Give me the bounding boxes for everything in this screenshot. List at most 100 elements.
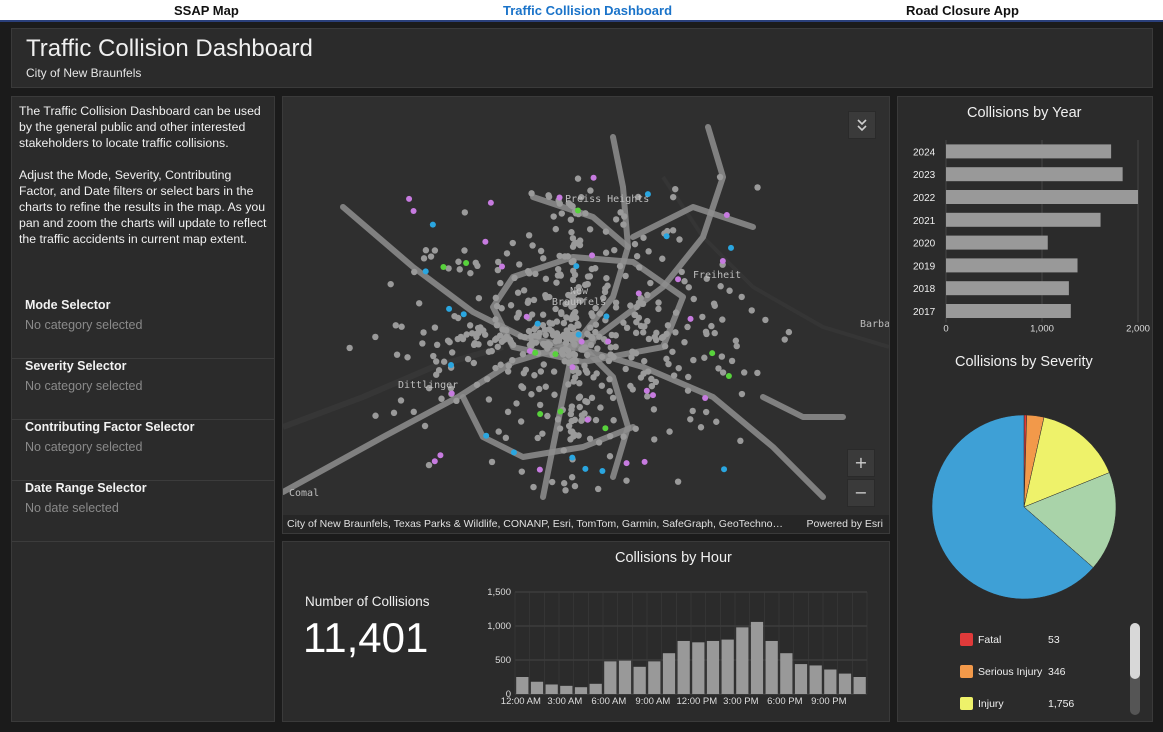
year-chart[interactable]: 0 1,000 2,000 2024 2023 2022 2021 2020 2019 2018 2… [898, 135, 1152, 335]
collision-point-green[interactable] [537, 411, 544, 418]
nav-link-road-closure-app[interactable]: Road Closure App [906, 3, 1019, 18]
collision-point[interactable] [685, 284, 692, 291]
collision-point[interactable] [419, 340, 426, 347]
collision-point-green[interactable] [574, 207, 581, 214]
collision-point[interactable] [587, 324, 594, 331]
collision-point-green[interactable] [709, 350, 716, 357]
collision-point[interactable] [431, 324, 439, 331]
collision-point-purple[interactable] [569, 364, 576, 371]
collision-point-blue[interactable] [510, 449, 517, 456]
collision-point-purple[interactable] [526, 347, 533, 354]
collision-point-blue[interactable] [569, 454, 576, 461]
collision-point[interactable] [440, 358, 448, 365]
collision-point[interactable] [542, 275, 550, 283]
collision-point[interactable] [606, 375, 613, 383]
year-bar[interactable] [946, 212, 1101, 227]
collision-point[interactable] [579, 346, 587, 353]
collision-point[interactable] [492, 294, 500, 302]
collision-point[interactable] [432, 358, 440, 365]
collision-point[interactable] [581, 362, 588, 370]
collision-point[interactable] [587, 187, 594, 194]
collision-point-green[interactable] [557, 408, 564, 415]
collision-point[interactable] [509, 239, 516, 247]
collision-point[interactable] [648, 375, 655, 383]
collision-point[interactable] [470, 359, 478, 367]
collision-point[interactable] [517, 418, 525, 425]
collision-point[interactable] [495, 428, 502, 435]
collision-point[interactable] [504, 368, 512, 375]
collision-point[interactable] [685, 373, 692, 381]
collision-point[interactable] [636, 264, 643, 271]
collision-point[interactable] [670, 372, 678, 379]
collision-point[interactable] [519, 384, 527, 392]
collision-point-purple[interactable] [431, 458, 438, 465]
collision-point[interactable] [520, 287, 528, 294]
collision-point[interactable] [568, 403, 576, 410]
collision-point[interactable] [565, 422, 573, 430]
collision-point[interactable] [540, 361, 547, 368]
collision-point[interactable] [582, 397, 589, 405]
collision-point[interactable] [754, 184, 761, 191]
collision-point[interactable] [551, 391, 558, 398]
collision-point[interactable] [435, 367, 443, 374]
collision-point[interactable] [576, 380, 583, 387]
collision-point[interactable] [689, 407, 696, 415]
collision-point[interactable] [684, 387, 692, 394]
collision-point[interactable] [397, 397, 405, 404]
collision-point[interactable] [497, 279, 504, 287]
collision-point[interactable] [587, 341, 595, 349]
collision-point-purple[interactable] [675, 276, 682, 283]
collision-point[interactable] [593, 370, 600, 377]
collision-point[interactable] [582, 210, 589, 217]
collision-point-blue[interactable] [448, 362, 455, 369]
collision-point[interactable] [392, 322, 399, 329]
collision-point[interactable] [553, 330, 561, 337]
collision-point[interactable] [612, 304, 620, 311]
collision-point[interactable] [647, 279, 654, 287]
collision-point[interactable] [711, 302, 718, 309]
collision-point[interactable] [455, 258, 462, 265]
collision-point[interactable] [531, 326, 538, 333]
collision-point[interactable] [505, 362, 513, 370]
legend-scrollbar[interactable] [1130, 623, 1140, 715]
collision-point[interactable] [346, 344, 353, 352]
collision-point[interactable] [461, 247, 468, 254]
collision-point[interactable] [448, 349, 456, 356]
collision-point-purple[interactable] [578, 338, 585, 345]
collision-point[interactable] [733, 342, 740, 350]
hour-bar[interactable] [706, 640, 720, 694]
collision-point[interactable] [719, 316, 726, 323]
collision-point[interactable] [410, 408, 417, 416]
collision-point[interactable] [699, 313, 706, 321]
collision-point[interactable] [453, 397, 460, 405]
collision-point[interactable] [575, 432, 582, 439]
collision-point[interactable] [558, 210, 565, 217]
collision-point[interactable] [652, 336, 660, 344]
collision-point-purple[interactable] [635, 290, 642, 297]
collision-point[interactable] [527, 333, 535, 341]
collision-point[interactable] [606, 453, 614, 460]
collision-point[interactable] [572, 358, 579, 365]
collision-point[interactable] [515, 309, 522, 317]
year-bar[interactable] [946, 190, 1138, 204]
collision-point[interactable] [430, 352, 437, 360]
collision-point[interactable] [485, 396, 493, 403]
hour-bar[interactable] [780, 653, 793, 694]
collision-point-purple[interactable] [623, 460, 630, 467]
hour-bar[interactable] [633, 666, 646, 694]
collision-point[interactable] [473, 330, 481, 337]
collision-point[interactable] [503, 327, 510, 334]
collision-point[interactable] [541, 340, 548, 348]
collision-point[interactable] [493, 322, 501, 329]
collision-point-green[interactable] [440, 263, 447, 270]
hour-bar[interactable] [824, 669, 837, 694]
collision-point-blue[interactable] [663, 233, 670, 240]
collision-point[interactable] [427, 253, 435, 260]
collision-point-purple[interactable] [702, 395, 709, 402]
hour-chart[interactable]: 05001,0001,50012:00 AM 3:00 AM 6:00 AM 9:00… [475, 582, 875, 712]
collision-point[interactable] [542, 383, 549, 390]
collision-point-blue[interactable] [460, 311, 467, 318]
collision-point-blue[interactable] [721, 466, 728, 473]
hour-bar[interactable] [677, 640, 690, 694]
collision-point-purple[interactable] [687, 315, 694, 322]
